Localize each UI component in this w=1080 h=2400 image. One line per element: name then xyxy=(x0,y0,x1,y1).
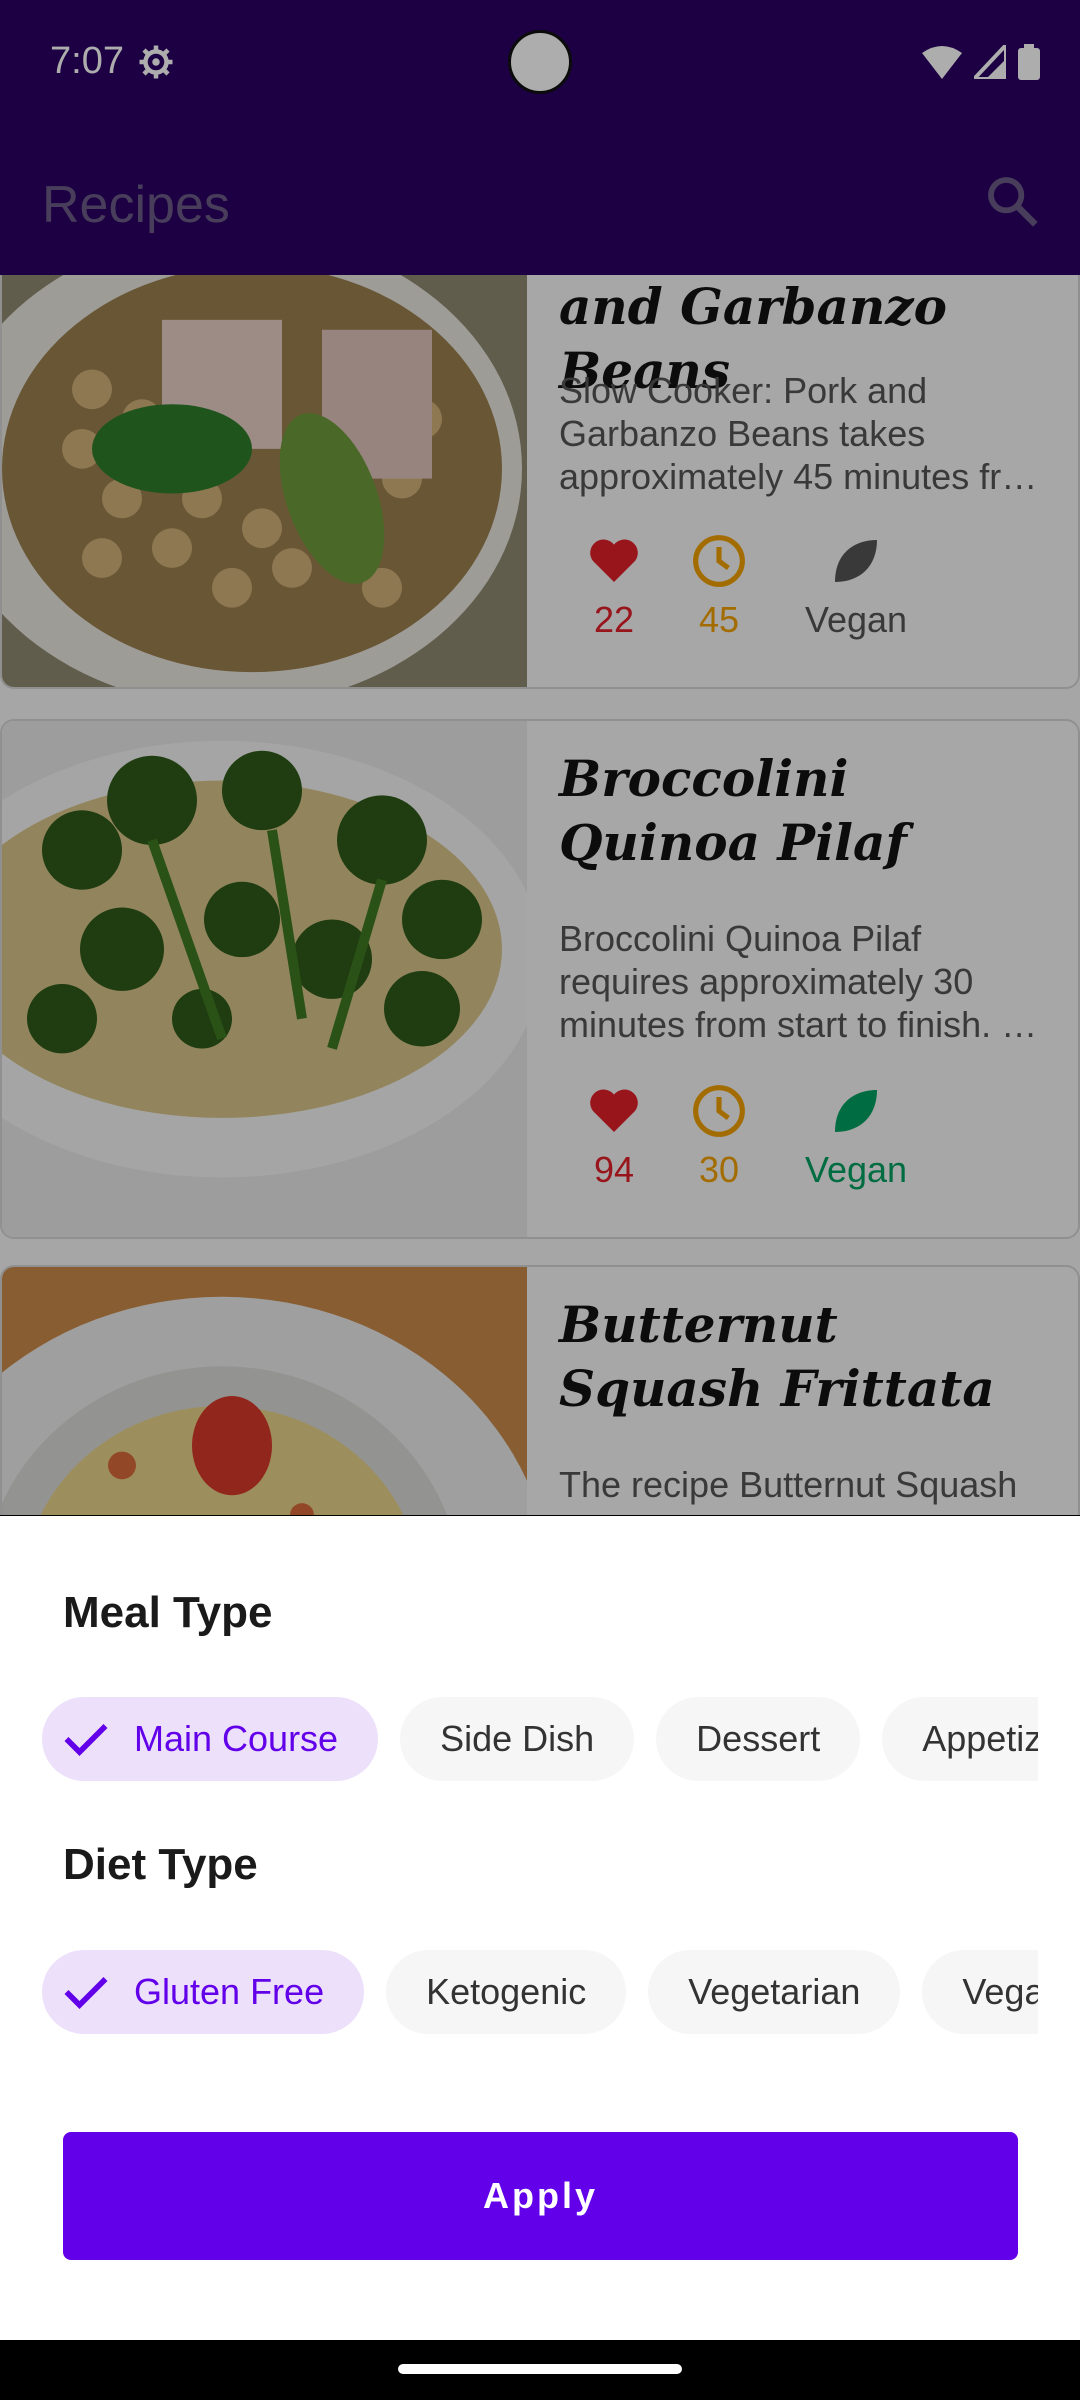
filter-bottom-sheet: Meal Type Main Course Side Dish Dessert … xyxy=(0,1516,1080,2340)
clock-icon xyxy=(693,535,745,587)
chip-label: Main Course xyxy=(134,1718,339,1759)
chip-gluten-free[interactable]: Gluten Free xyxy=(42,1950,365,2034)
recipe-title: Broccolini Quinoa Pilaf xyxy=(559,749,907,872)
signal-icon xyxy=(974,45,1006,79)
chip-label: Side Dish xyxy=(440,1718,595,1759)
diet-type-title: Diet Type xyxy=(63,1840,258,1889)
chip-vegan[interactable]: Vegan xyxy=(922,1950,1038,2034)
search-icon[interactable] xyxy=(984,173,1040,229)
status-icons xyxy=(922,44,1040,80)
vegan-label: Vegan xyxy=(804,599,908,640)
chip-ketogenic[interactable]: Ketogenic xyxy=(386,1950,627,2034)
recipe-description: Slow Cooker: Pork and Garbanzo Beans tak… xyxy=(559,370,1038,497)
recipe-list[interactable]: and Garbanzo Beans Slow Cooker: Pork and… xyxy=(0,275,1080,1515)
wifi-icon xyxy=(922,46,962,79)
diet-type-chip-group[interactable]: Gluten Free Ketogenic Vegetarian Vegan xyxy=(42,1950,1038,2034)
recipe-card[interactable]: Butternut Squash Frittata The recipe But… xyxy=(0,1265,1080,1515)
chip-main-course[interactable]: Main Course xyxy=(42,1697,379,1781)
chip-label: Gluten Free xyxy=(134,1971,325,2012)
time-stat: 45 xyxy=(659,533,779,641)
chip-label: Dessert xyxy=(696,1718,821,1759)
likes-stat: 22 xyxy=(554,533,674,641)
navigation-bar xyxy=(0,2340,1080,2400)
chip-side-dish[interactable]: Side Dish xyxy=(400,1697,635,1781)
chip-label: Appetizer xyxy=(922,1718,1038,1759)
recipe-image xyxy=(2,1267,527,1515)
apply-button[interactable]: Apply xyxy=(63,2132,1018,2260)
leaf-icon xyxy=(835,540,877,582)
meal-type-title: Meal Type xyxy=(63,1588,273,1637)
chip-label: Ketogenic xyxy=(426,1971,587,2012)
chip-label: Vegetarian xyxy=(688,1971,861,2012)
check-icon xyxy=(64,1724,108,1756)
home-gesture-handle[interactable] xyxy=(398,2364,682,2374)
likes-count: 94 xyxy=(593,1149,635,1190)
likes-count: 22 xyxy=(593,599,635,640)
vegan-stat: Vegan xyxy=(796,1083,916,1191)
front-camera-cutout xyxy=(508,30,572,94)
recipe-image xyxy=(2,275,527,687)
battery-icon xyxy=(1018,44,1040,80)
vegan-stat: Vegan xyxy=(796,533,916,641)
chip-appetizer[interactable]: Appetizer xyxy=(882,1697,1038,1781)
recipe-stats: 94 30 Vegan xyxy=(554,1083,1054,1193)
leaf-icon xyxy=(835,1090,877,1132)
likes-stat: 94 xyxy=(554,1083,674,1191)
vegan-label: Vegan xyxy=(804,1149,908,1190)
recipe-title: Butternut Squash Frittata xyxy=(559,1295,995,1418)
time-minutes: 30 xyxy=(698,1149,740,1190)
time-stat: 30 xyxy=(659,1083,779,1191)
app-title: Recipes xyxy=(42,176,230,234)
recipe-image xyxy=(2,721,527,1237)
settings-gear-icon xyxy=(139,45,173,79)
status-bar: 7:07 xyxy=(0,0,1080,125)
chip-dessert[interactable]: Dessert xyxy=(656,1697,861,1781)
heart-icon xyxy=(590,1089,638,1132)
chip-label: Vegan xyxy=(962,1971,1038,2012)
recipe-card[interactable]: Broccolini Quinoa Pilaf Broccolini Quino… xyxy=(0,719,1080,1239)
meal-type-chip-group[interactable]: Main Course Side Dish Dessert Appetizer xyxy=(42,1697,1038,1781)
chip-vegetarian[interactable]: Vegetarian xyxy=(648,1950,901,2034)
recipe-description: Broccolini Quinoa Pilaf requires approxi… xyxy=(559,918,1038,1045)
time-minutes: 45 xyxy=(698,599,740,640)
check-icon xyxy=(64,1977,108,2009)
recipe-stats: 22 45 Vegan xyxy=(554,533,1054,643)
status-time: 7:07 xyxy=(50,40,124,82)
recipe-description: The recipe Butternut Squash xyxy=(559,1464,1018,1505)
heart-icon xyxy=(590,539,638,582)
recipe-card[interactable]: and Garbanzo Beans Slow Cooker: Pork and… xyxy=(0,275,1080,689)
clock-icon xyxy=(693,1085,745,1137)
app-bar: Recipes xyxy=(0,125,1080,275)
